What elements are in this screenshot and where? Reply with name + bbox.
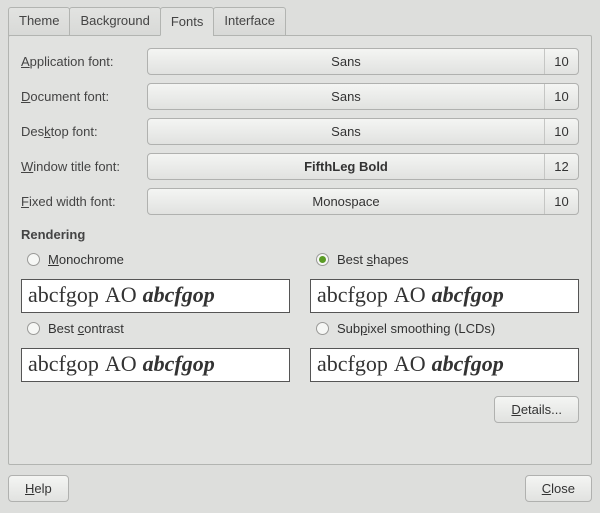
sample-best-contrast: abcfgop AO abcfgop — [21, 348, 290, 382]
radio-subpixel-label: Subpixel smoothing (LCDs) — [337, 321, 495, 336]
fixed-width-font-name: Monospace — [148, 189, 544, 214]
desktop-font-row: Desktop font: Sans 10 — [21, 118, 579, 145]
radio-icon — [27, 322, 40, 335]
radio-monochrome-label: Monochrome — [48, 252, 124, 267]
sample-subpixel: abcfgop AO abcfgop — [310, 348, 579, 382]
help-button[interactable]: Help — [8, 475, 69, 502]
desktop-font-name: Sans — [148, 119, 544, 144]
fixed-width-font-label: Fixed width font: — [21, 194, 139, 209]
document-font-row: Document font: Sans 10 — [21, 83, 579, 110]
rendering-grid: Monochrome Best shapes abcfgop AO abcfgo… — [21, 250, 579, 382]
tab-interface[interactable]: Interface — [213, 7, 286, 36]
document-font-label: Document font: — [21, 89, 139, 104]
tab-theme[interactable]: Theme — [8, 7, 70, 36]
fixed-width-font-size: 10 — [544, 189, 578, 214]
radio-subpixel[interactable]: Subpixel smoothing (LCDs) — [310, 319, 579, 342]
window-title-font-button[interactable]: FifthLeg Bold 12 — [147, 153, 579, 180]
fixed-width-font-button[interactable]: Monospace 10 — [147, 188, 579, 215]
application-font-size: 10 — [544, 49, 578, 74]
window-title-font-row: Window title font: FifthLeg Bold 12 — [21, 153, 579, 180]
application-font-label: Application font: — [21, 54, 139, 69]
document-font-button[interactable]: Sans 10 — [147, 83, 579, 110]
radio-best-contrast-label: Best contrast — [48, 321, 124, 336]
fixed-width-font-row: Fixed width font: Monospace 10 — [21, 188, 579, 215]
window-title-font-label: Window title font: — [21, 159, 139, 174]
document-font-name: Sans — [148, 84, 544, 109]
close-button[interactable]: Close — [525, 475, 592, 502]
radio-best-shapes[interactable]: Best shapes — [310, 250, 579, 273]
window-title-font-size: 12 — [544, 154, 578, 179]
tab-background[interactable]: Background — [69, 7, 160, 36]
tab-fonts[interactable]: Fonts — [160, 7, 215, 36]
rendering-title: Rendering — [21, 227, 579, 242]
tabs: Theme Background Fonts Interface — [8, 6, 592, 35]
radio-icon — [316, 253, 329, 266]
fonts-panel: Application font: Sans 10 Document font:… — [8, 35, 592, 465]
window-title-font-name: FifthLeg Bold — [148, 154, 544, 179]
desktop-font-button[interactable]: Sans 10 — [147, 118, 579, 145]
radio-best-contrast[interactable]: Best contrast — [21, 319, 290, 342]
application-font-name: Sans — [148, 49, 544, 74]
details-button[interactable]: Details... — [494, 396, 579, 423]
desktop-font-label: Desktop font: — [21, 124, 139, 139]
details-row: Details... — [21, 396, 579, 423]
application-font-button[interactable]: Sans 10 — [147, 48, 579, 75]
radio-monochrome[interactable]: Monochrome — [21, 250, 290, 273]
radio-icon — [316, 322, 329, 335]
radio-best-shapes-label: Best shapes — [337, 252, 409, 267]
bottom-bar: Help Close — [8, 475, 592, 502]
application-font-row: Application font: Sans 10 — [21, 48, 579, 75]
radio-icon — [27, 253, 40, 266]
desktop-font-size: 10 — [544, 119, 578, 144]
document-font-size: 10 — [544, 84, 578, 109]
sample-monochrome: abcfgop AO abcfgop — [21, 279, 290, 313]
sample-best-shapes: abcfgop AO abcfgop — [310, 279, 579, 313]
